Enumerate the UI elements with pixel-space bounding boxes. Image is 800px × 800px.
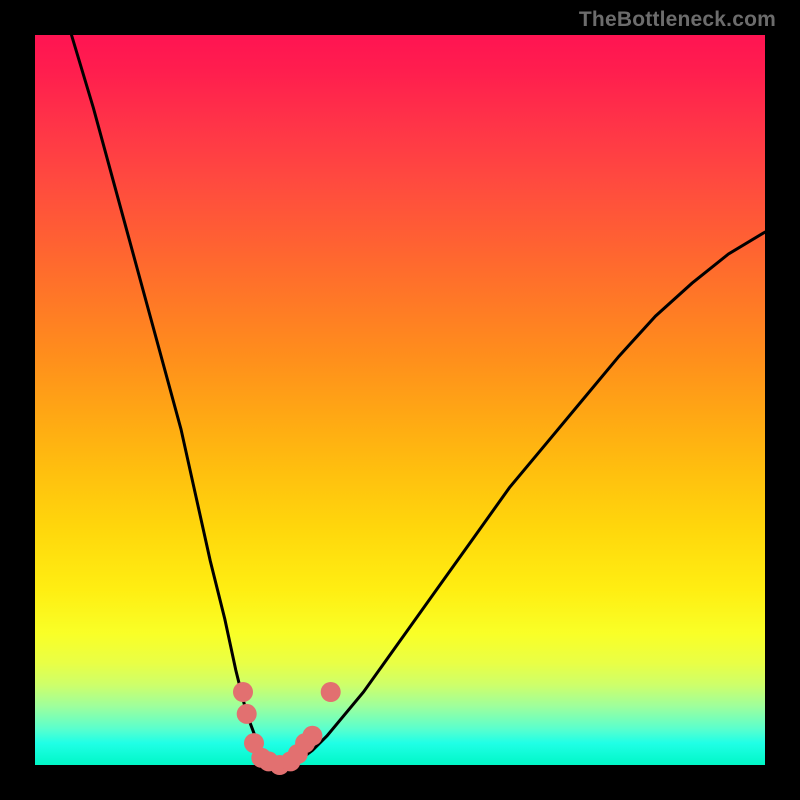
data-point [233, 682, 253, 702]
data-point [237, 704, 257, 724]
data-point [321, 682, 341, 702]
data-point [302, 726, 322, 746]
data-markers [233, 682, 341, 775]
bottleneck-curve [72, 35, 766, 765]
outer-frame: TheBottleneck.com [0, 0, 800, 800]
chart-svg [35, 35, 765, 765]
watermark-text: TheBottleneck.com [579, 8, 776, 32]
